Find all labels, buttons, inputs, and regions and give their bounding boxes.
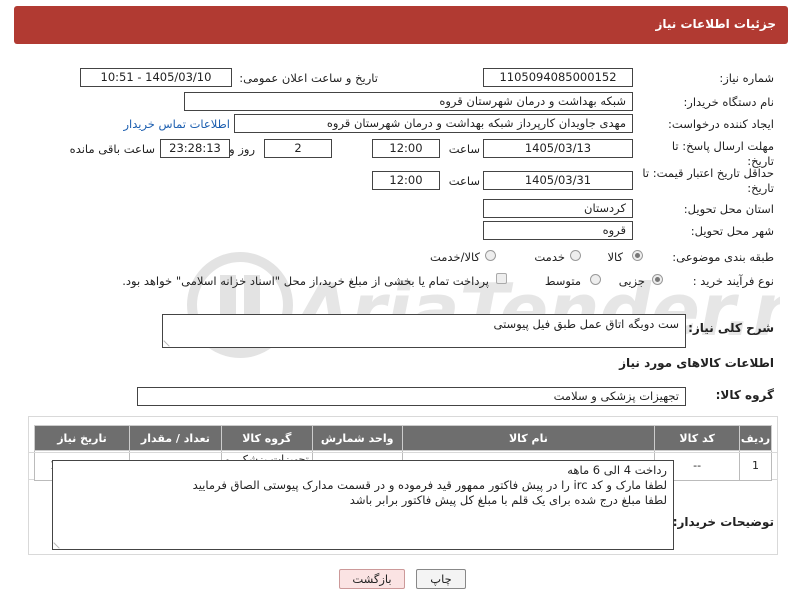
col-header-group: گروه کالا <box>220 425 313 451</box>
city-field: قروه <box>483 221 633 240</box>
summary-text: ست دوبگه اتاق عمل طبق فیل پیوستی <box>493 317 680 331</box>
validity-time-field: 12:00 <box>372 171 440 190</box>
resize-grip-icon[interactable] <box>53 537 65 549</box>
buyer-notes-label: توضیحات خریدار: <box>672 515 774 529</box>
category-option-goods-service: کالا/خدمت <box>429 250 480 264</box>
goods-group-label: گروه کالا: <box>715 388 774 402</box>
summary-label: شرح کلی نیاز: <box>688 321 774 335</box>
creator-label: ایجاد کننده درخواست: <box>668 117 774 131</box>
col-header-row: ردیف <box>739 425 772 451</box>
goods-section-title: اطلاعات کالاهای مورد نیاز <box>619 356 774 370</box>
deadline-time-field: 12:00 <box>372 139 440 158</box>
buyer-contact-link[interactable]: اطلاعات تماس خریدار <box>123 117 230 131</box>
buyer-org-label: نام دستگاه خریدار: <box>683 95 774 109</box>
col-header-unit: واحد شمارش <box>311 425 403 451</box>
buyer-org-field: شبکه بهداشت و درمان شهرستان قروه <box>184 92 633 111</box>
announce-datetime-field: 1405/03/10 - 10:51 <box>80 68 232 87</box>
buyer-notes-field[interactable]: رداخت 4 الی 6 ماهه لطفا مارک و کد irc را… <box>52 460 674 550</box>
col-header-need-date: تاریخ نیاز <box>34 425 130 451</box>
col-header-code: کد کالا <box>654 425 741 451</box>
summary-field[interactable]: ست دوبگه اتاق عمل طبق فیل پیوستی <box>162 314 686 348</box>
page-header: جزئیات اطلاعات نیاز <box>14 6 788 44</box>
creator-field: مهدی جاویدان کارپرداز شبکه بهداشت و درما… <box>234 114 633 133</box>
process-radio-minor[interactable] <box>652 274 663 285</box>
deadline-date-field: 1405/03/13 <box>483 139 633 158</box>
buyer-note-line: لطفا مبلغ درج شده برای یک قلم با مبلغ کل… <box>349 493 667 507</box>
buyer-note-line: رداخت 4 الی 6 ماهه <box>567 463 667 477</box>
goods-group-field: تجهیزات پزشکی و سلامت <box>137 387 686 406</box>
category-radio-service[interactable] <box>570 250 581 261</box>
category-radio-goods-service[interactable] <box>485 250 496 261</box>
resize-grip-icon[interactable] <box>163 335 175 347</box>
validity-date-field: 1405/03/31 <box>483 171 633 190</box>
category-option-service: خدمت <box>534 250 565 264</box>
category-option-goods: کالا <box>607 250 623 264</box>
deadline-time-label: ساعت <box>448 142 480 156</box>
buyer-note-line: لطفا مارک و کد irc را در پیش فاکتور ممهو… <box>192 478 667 492</box>
province-label: استان محل تحویل: <box>683 202 774 216</box>
validity-label: حداقل تاریخ اعتبار قیمت: تا تاریخ: <box>642 166 774 195</box>
remaining-label: ساعت باقی مانده <box>69 142 155 156</box>
remaining-time-field: 23:28:13 <box>160 139 230 158</box>
print-button[interactable]: چاپ <box>416 569 466 589</box>
need-number-field: 1105094085000152 <box>483 68 633 87</box>
announce-label: تاریخ و ساعت اعلان عمومی: <box>239 71 378 85</box>
province-field: کردستان <box>483 199 633 218</box>
process-radio-medium[interactable] <box>590 274 601 285</box>
deadline-label: مهلت ارسال پاسخ: تا تاریخ: <box>671 139 774 168</box>
col-header-quantity: تعداد / مقدار <box>128 425 222 451</box>
days-remaining-field: 2 <box>264 139 332 158</box>
need-number-label: شماره نیاز: <box>719 71 774 85</box>
process-label: نوع فرآیند خرید : <box>692 274 774 288</box>
category-label: طبقه بندی موضوعی: <box>672 250 774 264</box>
city-label: شهر محل تحویل: <box>690 224 774 238</box>
treasury-payment-checkbox[interactable] <box>496 273 507 284</box>
page-title: جزئیات اطلاعات نیاز <box>655 17 776 31</box>
process-option-medium: متوسط <box>544 274 581 288</box>
col-header-name: نام کالا <box>401 425 656 451</box>
validity-time-label: ساعت <box>448 174 480 188</box>
process-option-minor: جزیی <box>618 274 645 288</box>
category-radio-goods[interactable] <box>632 250 643 261</box>
days-label: روز و <box>229 142 255 156</box>
treasury-payment-note: پرداخت تمام یا بخشی از مبلغ خرید،از محل … <box>122 274 489 288</box>
back-button[interactable]: بازگشت <box>339 569 405 589</box>
